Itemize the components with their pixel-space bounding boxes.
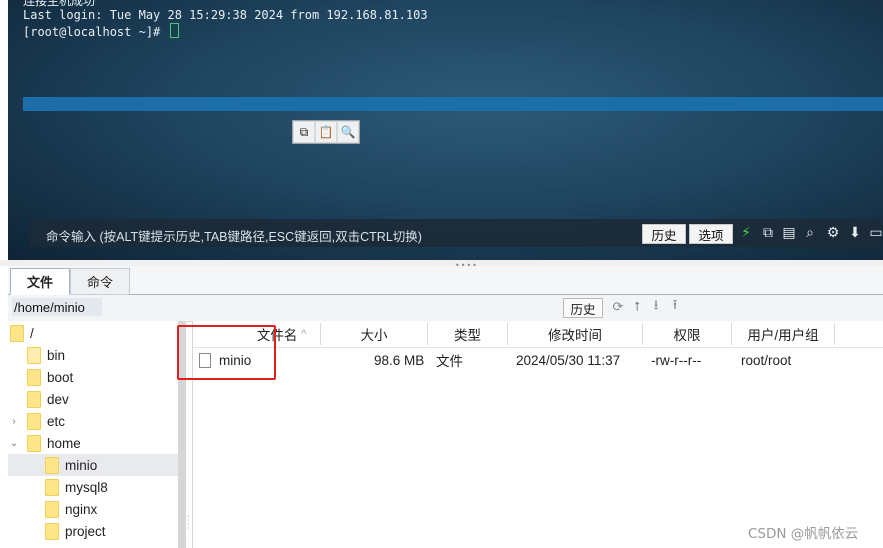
tree-item-label: etc: [47, 413, 66, 429]
tree-item-boot[interactable]: boot: [8, 366, 178, 388]
path-input[interactable]: /home/minio: [12, 298, 102, 316]
paste-icon[interactable]: 📋: [316, 122, 336, 142]
folder-icon: [45, 522, 59, 540]
chevron-right-icon[interactable]: ›: [9, 416, 19, 427]
tree-item-etc[interactable]: › etc: [8, 410, 178, 432]
folder-icon: [27, 368, 41, 386]
copy-icon[interactable]: ⧉: [294, 122, 314, 142]
column-header-permissions[interactable]: 权限: [643, 323, 732, 345]
options-button[interactable]: 选项: [689, 224, 733, 244]
file-owner: root/root: [741, 352, 792, 368]
folder-icon: [45, 500, 59, 518]
tree-item-label: dev: [47, 391, 69, 407]
prompt-text: [root@localhost ~]#: [23, 25, 168, 39]
tree-item-dev[interactable]: dev: [8, 388, 178, 410]
history-button[interactable]: 历史: [642, 224, 686, 244]
column-header-type[interactable]: 类型: [428, 323, 508, 345]
lightning-icon[interactable]: ⚡: [737, 223, 755, 243]
folder-icon: [45, 456, 59, 474]
tree-item-mysql8[interactable]: mysql8: [8, 476, 178, 498]
window-icon[interactable]: ▭: [867, 223, 883, 243]
search-icon[interactable]: 🔍: [338, 122, 358, 142]
tree-item-project[interactable]: project: [8, 520, 178, 542]
tab-commands[interactable]: 命令: [70, 268, 130, 295]
folder-icon: [27, 412, 41, 430]
tree-item-root[interactable]: /: [8, 322, 178, 344]
upload-icon[interactable]: ⭱: [667, 298, 683, 315]
header-divider: [193, 347, 883, 348]
tab-files[interactable]: 文件: [10, 268, 70, 295]
folder-icon: [27, 434, 41, 452]
folder-link-icon: [27, 346, 41, 364]
directory-tree: / bin boot dev › etc ⌄ home minio mysql8…: [8, 321, 178, 548]
file-size: 98.6 MB: [374, 352, 425, 368]
terminal-panel[interactable]: 连接主机成功 Last login: Tue May 28 15:29:38 2…: [8, 0, 883, 260]
chevron-down-icon[interactable]: ⌄: [9, 438, 19, 449]
tree-item-label: boot: [47, 369, 74, 385]
command-input-bar[interactable]: 命令输入 (按ALT键提示历史,TAB键路径,ESC键返回,双击CTRL切换) …: [30, 219, 883, 247]
tree-item-label: nginx: [65, 501, 98, 517]
annotation-highlight-box: [177, 325, 276, 380]
tree-item-minio[interactable]: minio: [8, 454, 178, 476]
file-permissions: -rw-r--r--: [651, 352, 702, 368]
command-input-hint[interactable]: 命令输入 (按ALT键提示历史,TAB键路径,ESC键返回,双击CTRL切换): [46, 226, 422, 245]
terminal-cursor: [169, 23, 179, 38]
tree-item-label: /: [30, 325, 34, 341]
search-icon[interactable]: ⌕: [801, 223, 819, 243]
splitter-grip[interactable]: · · · ·: [187, 513, 190, 533]
up-directory-icon[interactable]: ⭡: [629, 299, 645, 315]
folder-icon: [10, 324, 24, 342]
column-header-owner[interactable]: 用户/用户组: [732, 323, 835, 345]
tree-item-bin[interactable]: bin: [8, 344, 178, 366]
refresh-icon[interactable]: ⟳: [610, 299, 626, 315]
terminal-prompt: [root@localhost ~]#: [23, 23, 179, 39]
path-bar: /home/minio 历史 ⟳ ⭡ ⭳ ⭱: [8, 295, 883, 322]
watermark: CSDN @帆帆依云: [748, 526, 859, 542]
copy-icon[interactable]: ⧉: [759, 223, 777, 243]
paste-icon[interactable]: ▤: [780, 223, 798, 243]
column-header-size[interactable]: 大小: [321, 323, 428, 345]
download-icon[interactable]: ⭳: [648, 298, 664, 315]
tree-item-nginx[interactable]: nginx: [8, 498, 178, 520]
tree-item-label: project: [65, 523, 106, 539]
tree-item-home[interactable]: ⌄ home: [8, 432, 178, 454]
file-modified: 2024/05/30 11:37: [516, 352, 621, 368]
gear-icon[interactable]: ⚙: [824, 223, 842, 243]
terminal-line: Last login: Tue May 28 15:29:38 2024 fro…: [23, 8, 428, 22]
folder-icon: [27, 390, 41, 408]
arrow-down-icon[interactable]: ⬇: [846, 223, 864, 243]
file-type: 文件: [436, 354, 463, 369]
terminal-mini-toolbar: ⧉ 📋 🔍: [292, 120, 360, 144]
tree-item-label: minio: [65, 457, 98, 473]
column-header-modified[interactable]: 修改时间: [508, 323, 643, 345]
tab-bar: 文件 命令: [8, 266, 883, 295]
tree-item-label: mysql8: [65, 479, 108, 495]
file-list: 文件名 ^ 大小 类型 修改时间 权限 用户/用户组 minio 98.6 MB…: [192, 321, 883, 548]
tree-item-label: bin: [47, 347, 66, 363]
terminal-highlight-band: [23, 97, 883, 111]
folder-icon: [45, 478, 59, 496]
tree-item-label: home: [47, 435, 81, 451]
path-history-button[interactable]: 历史: [563, 298, 603, 318]
sort-ascending-icon: ^: [301, 328, 307, 340]
